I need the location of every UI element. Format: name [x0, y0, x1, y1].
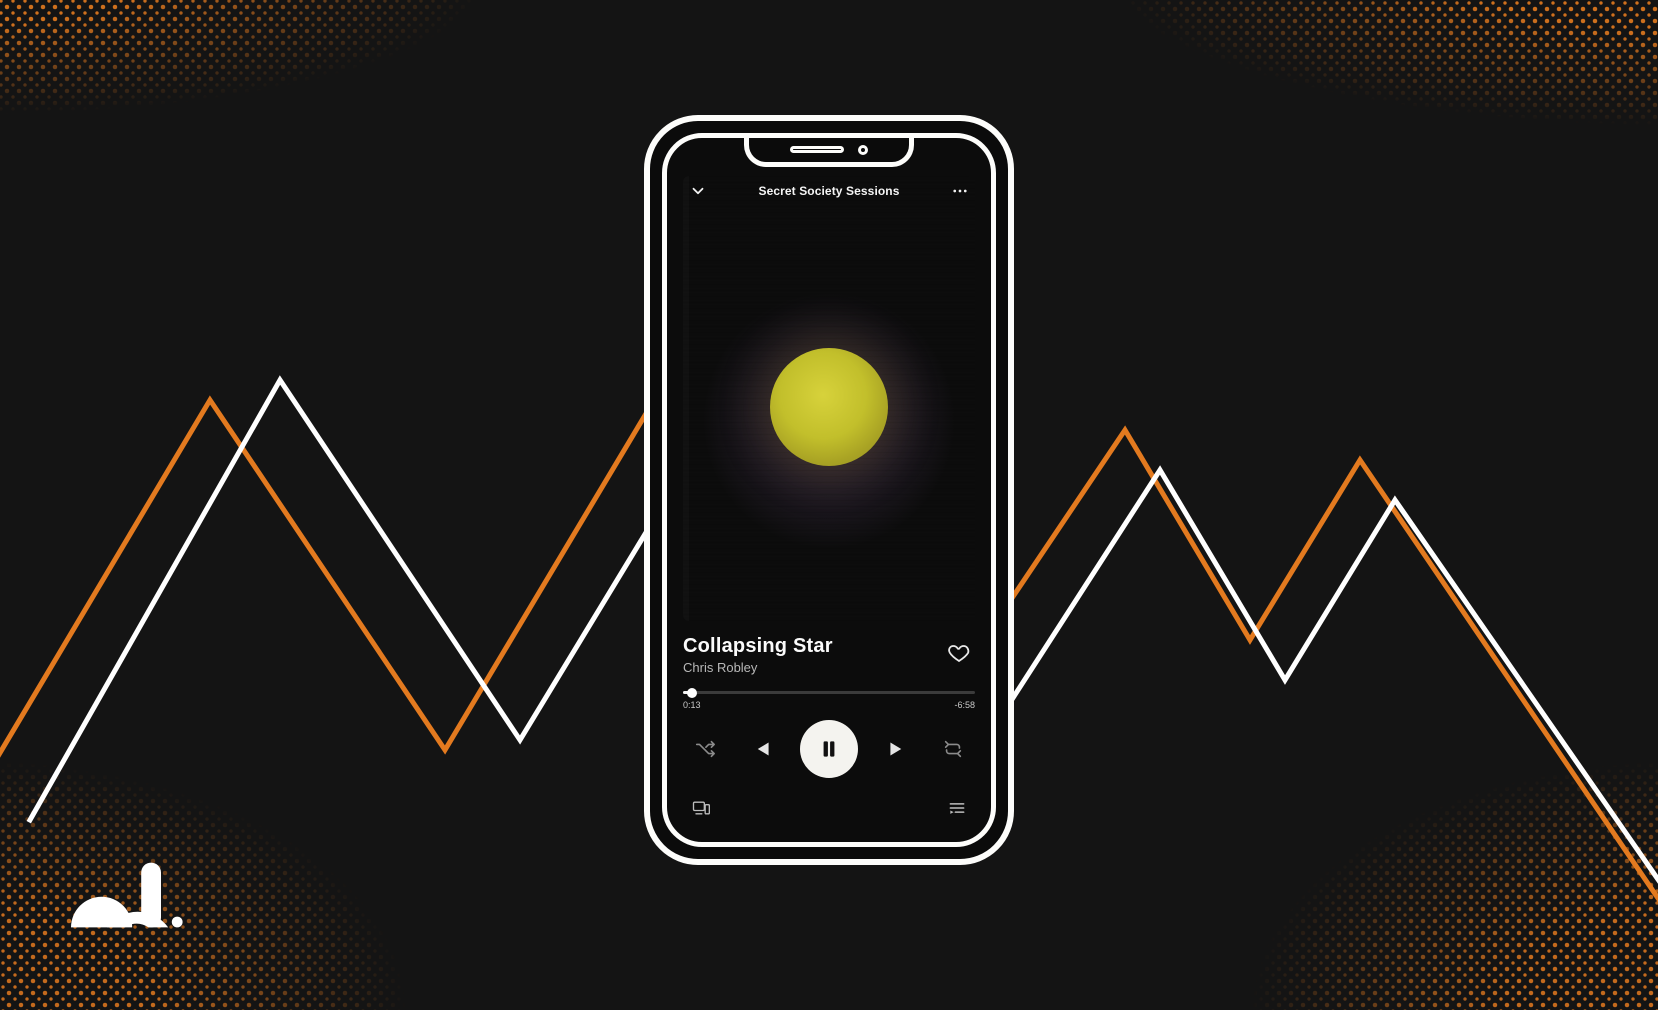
heart-icon: [947, 641, 971, 665]
collapse-button[interactable]: [685, 178, 711, 204]
next-icon: [885, 736, 911, 762]
halftone-texture: [908, 0, 1658, 150]
phone-speaker: [790, 146, 844, 153]
repeat-button[interactable]: [937, 733, 969, 765]
track-title: Collapsing Star: [683, 635, 833, 658]
play-pause-button[interactable]: [800, 720, 858, 778]
elapsed-time: 0:13: [683, 700, 701, 710]
more-icon: [951, 182, 969, 200]
music-player-screen: Secret Society Sessions Collapsing Star …: [667, 138, 991, 842]
devices-button[interactable]: [689, 796, 713, 820]
artwork-sun-icon: [770, 348, 888, 466]
next-button[interactable]: [882, 733, 914, 765]
more-options-button[interactable]: [947, 178, 973, 204]
phone-camera: [858, 145, 868, 155]
canvas-artwork[interactable]: [683, 176, 975, 621]
shuffle-icon: [694, 738, 716, 760]
playlist-title: Secret Society Sessions: [758, 184, 899, 198]
queue-button[interactable]: [945, 796, 969, 820]
remaining-time: -6:58: [954, 700, 975, 710]
halftone-texture: [0, 0, 680, 140]
queue-icon: [947, 798, 967, 818]
phone-notch: [744, 137, 914, 167]
repeat-icon: [942, 738, 964, 760]
pause-icon: [816, 736, 842, 762]
progress-thumb[interactable]: [687, 688, 697, 698]
progress-bar[interactable]: 0:13 -6:58: [683, 691, 975, 710]
previous-icon: [748, 736, 774, 762]
phone-mockup: Secret Society Sessions Collapsing Star …: [644, 115, 1014, 865]
devices-icon: [691, 798, 711, 818]
chevron-down-icon: [689, 182, 707, 200]
halftone-texture: [1168, 750, 1658, 1010]
shuffle-button[interactable]: [689, 733, 721, 765]
track-artist: Chris Robley: [683, 660, 833, 675]
brand-logo: [60, 850, 190, 940]
previous-button[interactable]: [745, 733, 777, 765]
like-button[interactable]: [947, 641, 975, 669]
